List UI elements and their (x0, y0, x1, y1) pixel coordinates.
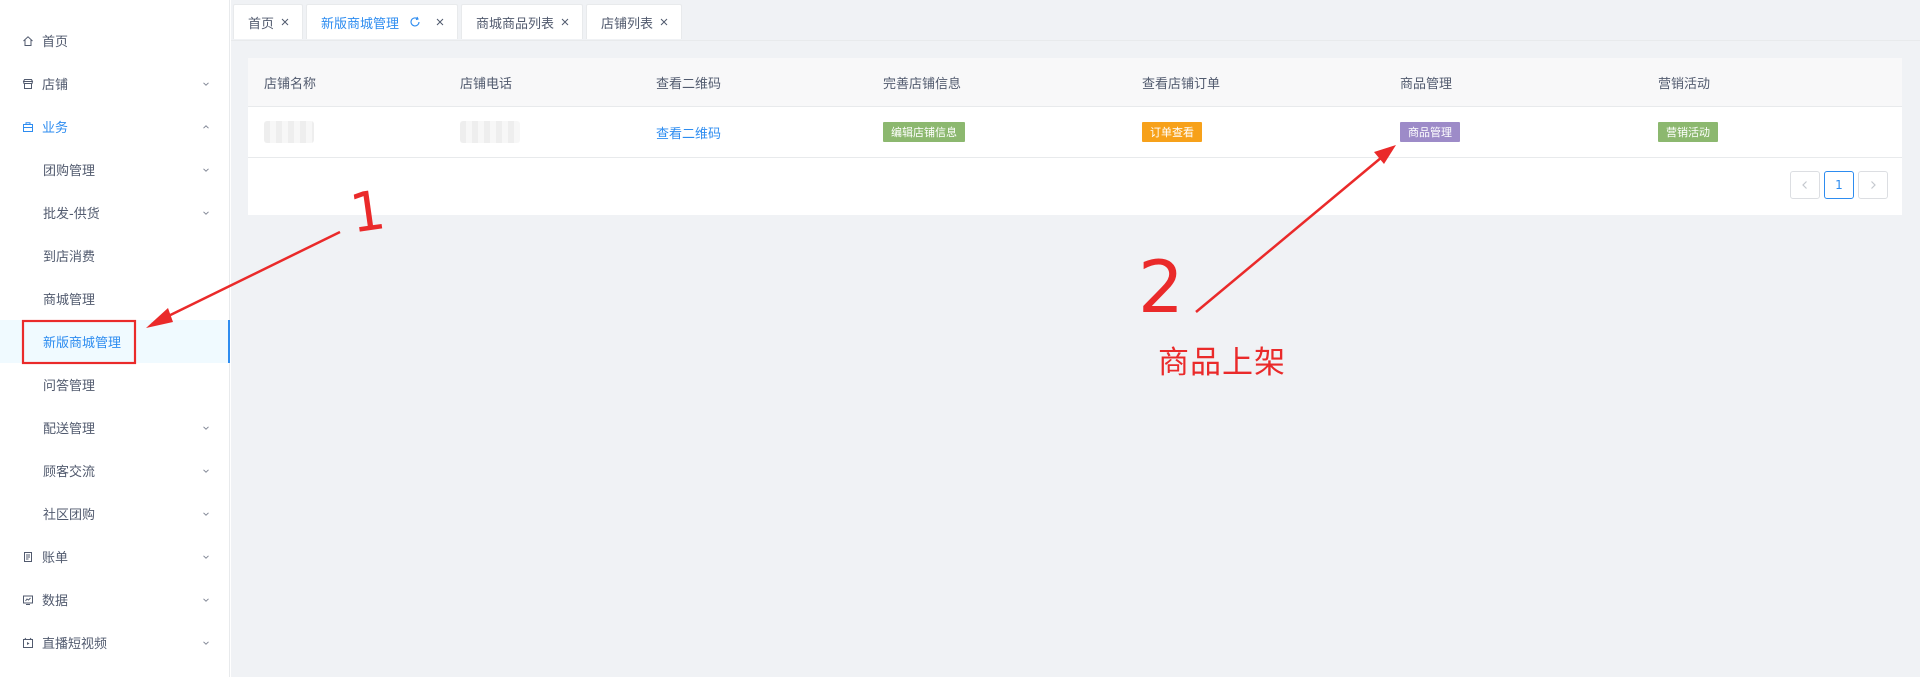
view-orders-button[interactable]: 订单查看 (1142, 122, 1202, 142)
chevron-down-icon (201, 509, 211, 519)
chevron-down-icon (201, 552, 211, 562)
store-name-cell (248, 107, 444, 157)
edit-store-info-button[interactable]: 编辑店铺信息 (883, 122, 965, 142)
blurred-store-name (264, 121, 314, 143)
store-icon (22, 78, 34, 90)
chevron-down-icon (201, 208, 211, 218)
chevron-down-icon (201, 466, 211, 476)
prev-page-button[interactable] (1790, 171, 1820, 199)
sidebar-item-6[interactable]: 商城管理 (0, 277, 229, 320)
goods-cell: 商品管理 (1384, 107, 1642, 157)
sidebar: 首页店铺业务团购管理批发-供货到店消费商城管理新版商城管理 问答管理配送管理顾客交… (0, 0, 230, 677)
sidebar-item-10[interactable]: 顾客交流 (0, 449, 229, 492)
sidebar-item-13[interactable]: 数据 (0, 578, 229, 621)
close-icon[interactable] (435, 17, 445, 27)
chevron-down-icon (201, 595, 211, 605)
sidebar-item-label: 店铺 (42, 78, 69, 93)
sidebar-item-label: 商城管理 (43, 293, 96, 308)
chevron-down-icon (201, 638, 211, 648)
sidebar-item-label: 直播短视频 (42, 637, 108, 652)
chevron-down-icon (201, 79, 211, 89)
close-icon[interactable] (659, 17, 669, 27)
tab-3[interactable]: 店铺列表 (586, 4, 683, 39)
store-phone-cell (444, 107, 640, 157)
sidebar-item-0[interactable]: 首页 (0, 19, 229, 62)
next-page-button[interactable] (1858, 171, 1888, 199)
sidebar-item-14[interactable]: 直播短视频 (0, 621, 229, 664)
home-icon (22, 35, 34, 47)
table-header: 店铺名称 店铺电话 查看二维码 完善店铺信息 查看店铺订单 商品管理 营销活动 (248, 58, 1902, 107)
tabs-bar: 首页 新版商城管理 商城商品列表 店铺列表 (231, 0, 1920, 41)
sidebar-item-label: 团购管理 (43, 164, 96, 179)
annotation-label: 商品上架 (1158, 345, 1286, 381)
store-table-card: 店铺名称 店铺电话 查看二维码 完善店铺信息 查看店铺订单 商品管理 营销活动 … (248, 58, 1902, 215)
sidebar-item-label: 首页 (42, 35, 69, 50)
tab-1[interactable]: 新版商城管理 (306, 4, 459, 39)
sidebar-item-2[interactable]: 业务 (0, 105, 229, 148)
sidebar-item-9[interactable]: 配送管理 (0, 406, 229, 449)
header-store-name: 店铺名称 (264, 76, 317, 92)
tab-0[interactable]: 首页 (233, 4, 304, 39)
view-qr-link[interactable]: 查看二维码 (656, 123, 721, 142)
marketing-button[interactable]: 营销活动 (1658, 122, 1718, 142)
briefcase-icon (22, 121, 34, 133)
qr-cell: 查看二维码 (640, 107, 867, 157)
tab-label: 首页 (248, 16, 275, 32)
sidebar-item-label: 账单 (42, 551, 69, 566)
sidebar-item-label: 业务 (42, 121, 69, 136)
header-goods-manage: 商品管理 (1400, 76, 1453, 92)
chevron-right-icon (1871, 181, 1876, 189)
order-cell: 订单查看 (1126, 107, 1384, 157)
header-complete-info: 完善店铺信息 (883, 76, 962, 92)
main-area: 首页 新版商城管理 商城商品列表 店铺列表 店铺名称 店铺电话 查看二维码 完善店铺信… (231, 0, 1920, 677)
sidebar-item-label: 批发-供货 (43, 207, 100, 222)
header-view-orders: 查看店铺订单 (1142, 76, 1221, 92)
close-icon[interactable] (280, 17, 290, 27)
sidebar-item-1[interactable]: 店铺 (0, 62, 229, 105)
chevron-down-icon (201, 423, 211, 433)
tab-label: 商城商品列表 (476, 16, 555, 32)
chevron-up-icon (201, 122, 211, 132)
marketing-cell: 营销活动 (1642, 107, 1902, 157)
sidebar-item-4[interactable]: 批发-供货 (0, 191, 229, 234)
chevron-down-icon (201, 165, 211, 175)
tab-2[interactable]: 商城商品列表 (461, 4, 584, 39)
edit-cell: 编辑店铺信息 (867, 107, 1126, 157)
tab-label: 店铺列表 (601, 16, 654, 32)
video-icon (22, 637, 34, 649)
page-1-button[interactable]: 1 (1824, 171, 1854, 199)
sidebar-item-label: 问答管理 (43, 379, 96, 394)
chevron-left-icon (1802, 181, 1807, 189)
sidebar-item-label: 数据 (42, 594, 69, 609)
sidebar-item-12[interactable]: 账单 (0, 535, 229, 578)
close-icon[interactable] (560, 17, 570, 27)
table-row: 查看二维码 编辑店铺信息 订单查看 商品管理 营销活动 (248, 107, 1902, 158)
tab-label: 新版商城管理 (321, 16, 400, 32)
goods-manage-button[interactable]: 商品管理 (1400, 122, 1460, 142)
header-store-phone: 店铺电话 (460, 76, 513, 92)
header-marketing: 营销活动 (1658, 76, 1711, 92)
bill-icon (22, 551, 34, 563)
data-icon (22, 594, 34, 606)
sidebar-item-label: 新版商城管理 (43, 336, 122, 351)
sidebar-item-5[interactable]: 到店消费 (0, 234, 229, 277)
sidebar-item-8[interactable]: 问答管理 (0, 363, 229, 406)
sidebar-item-label: 配送管理 (43, 422, 96, 437)
sidebar-item-7[interactable]: 新版商城管理 (0, 320, 230, 363)
sidebar-item-label: 顾客交流 (43, 465, 96, 480)
blurred-store-phone (460, 121, 520, 143)
pagination: 1 (1790, 171, 1888, 199)
sidebar-item-3[interactable]: 团购管理 (0, 148, 229, 191)
sidebar-item-label: 到店消费 (43, 250, 96, 265)
store-table: 店铺名称 店铺电话 查看二维码 完善店铺信息 查看店铺订单 商品管理 营销活动 … (248, 58, 1902, 158)
header-qr-code: 查看二维码 (656, 76, 722, 92)
sidebar-item-label: 社区团购 (43, 508, 96, 523)
sidebar-item-11[interactable]: 社区团购 (0, 492, 229, 535)
refresh-icon[interactable] (409, 16, 421, 28)
